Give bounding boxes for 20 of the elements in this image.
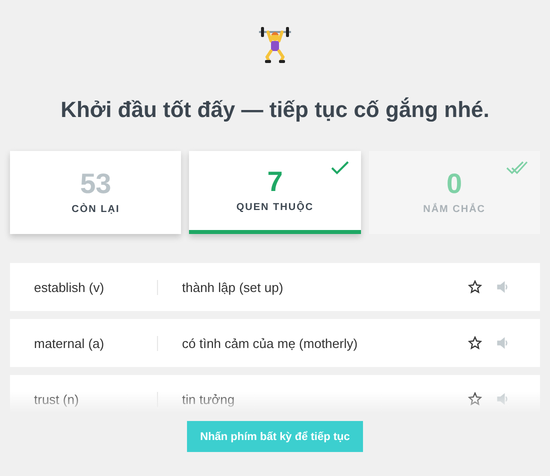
stat-label: NẮM CHẮC — [423, 204, 486, 215]
stat-label: CÒN LẠI — [72, 204, 120, 215]
star-icon[interactable] — [468, 280, 482, 294]
meaning: có tình cảm của mẹ (motherly) — [181, 336, 359, 350]
stat-card[interactable]: 53 CÒN LẠI — [10, 151, 182, 234]
check-icon — [330, 161, 349, 175]
stat-label: QUEN THUỘC — [236, 202, 314, 213]
heading: Khởi đầu tốt đấy — tiếp tục cố gắng nhé. — [60, 97, 490, 124]
count: 7 — [267, 168, 283, 196]
count: 0 — [446, 170, 462, 198]
meaning: thành lập (set up) — [181, 280, 284, 294]
term: maternal (a) — [10, 336, 158, 350]
term: trust (n) — [10, 392, 158, 406]
star-icon[interactable] — [468, 336, 482, 350]
meaning: tin tưởng — [181, 392, 236, 406]
stat-card[interactable]: 7 QUEN THUỘC — [189, 151, 361, 234]
star-icon[interactable] — [468, 392, 482, 406]
term: establish (v) — [10, 280, 158, 294]
double-check-icon — [506, 161, 528, 175]
count: 53 — [80, 170, 112, 198]
